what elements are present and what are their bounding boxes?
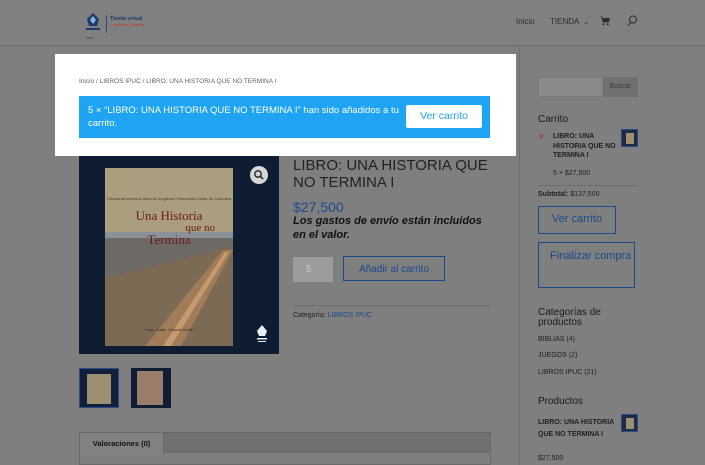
cart-subtotal: Subtotal: $137,500 bbox=[538, 191, 599, 198]
zoom-button[interactable] bbox=[250, 166, 268, 184]
logo-mark-icon bbox=[86, 13, 100, 30]
header-divider bbox=[0, 45, 705, 46]
product-widget-price: $27,500 bbox=[538, 455, 564, 462]
products-heading: Productos bbox=[538, 396, 584, 407]
cart-item-quantity: 5 × $27,500 bbox=[553, 170, 591, 177]
subtotal-value: $137,500 bbox=[570, 191, 600, 198]
subtotal-label: Subtotal: bbox=[538, 191, 569, 198]
cover-caption: Cincuenta primeros años de la Iglesia Pe… bbox=[106, 196, 232, 201]
shipping-note: Los gastos de envío están incluidos en e… bbox=[293, 215, 482, 241]
product-category: Categoría: LIBROS IPUC bbox=[293, 312, 372, 319]
nav-inicio[interactable]: Inicio bbox=[516, 17, 535, 26]
chevron-down-icon: ⌄ bbox=[583, 19, 590, 26]
magnifier-icon bbox=[254, 170, 264, 180]
publisher-logo-icon bbox=[257, 325, 267, 342]
cart-widget-heading: Carrito bbox=[538, 114, 569, 125]
checkout-button[interactable]: Finalizar compra bbox=[538, 242, 635, 288]
product-widget-thumbnail[interactable] bbox=[621, 414, 638, 432]
category-item-libros-ipuc[interactable]: LIBROS IPUC (21) bbox=[538, 369, 597, 376]
cover-title-line1: Una Historia bbox=[135, 208, 203, 223]
product-widget-item-name[interactable]: LIBRO: UNA HISTORIA QUE NO TERMINA I bbox=[538, 417, 618, 441]
logo-divider bbox=[106, 15, 107, 33]
cover-title: Una Historia que no Termina bbox=[105, 208, 233, 247]
category-label: Categoría: bbox=[293, 312, 326, 319]
nav-tienda[interactable]: TIENDA ⌄ bbox=[550, 17, 589, 26]
book-cover: Cincuenta primeros años de la Iglesia Pe… bbox=[105, 168, 233, 346]
sidebar-view-cart-button[interactable]: Ver carrito bbox=[538, 206, 616, 234]
cover-title-line3: Termina bbox=[147, 232, 191, 247]
quantity-input[interactable]: 5 bbox=[293, 257, 333, 282]
nav-tienda-label: TIENDA bbox=[550, 17, 579, 26]
gallery-thumbnail-1[interactable] bbox=[79, 368, 119, 408]
category-item-biblias[interactable]: BIBLIAS (4) bbox=[538, 336, 575, 343]
site-logo[interactable]: Tienda virtual Fundación Editorial IPUC bbox=[84, 12, 150, 40]
product-price: $27,500 bbox=[293, 199, 344, 215]
product-title: LIBRO: UNA HISTORIA QUE NO TERMINA I bbox=[293, 157, 488, 191]
category-item-juegos[interactable]: JUEGOS (2) bbox=[538, 352, 577, 359]
cart-item-thumbnail[interactable] bbox=[621, 129, 638, 147]
cart-added-text: 5 × “LIBRO: UNA HISTORIA QUE NO TERMINA … bbox=[88, 105, 399, 129]
tab-reviews[interactable]: Valoraciones (0) bbox=[79, 432, 164, 456]
search-input[interactable] bbox=[538, 77, 603, 97]
logo-brand: IPUC bbox=[86, 36, 94, 40]
remove-item-icon[interactable]: × bbox=[539, 132, 544, 141]
cover-authors: Hnos. Ovalle · Eduardo Ovalle bbox=[145, 328, 193, 332]
cart-item-name[interactable]: LIBRO: UNA HISTORIA QUE NO TERMINA I bbox=[553, 132, 623, 161]
logo-subtitle: Fundación Editorial bbox=[110, 22, 145, 27]
product-meta-divider bbox=[293, 305, 491, 306]
gallery-thumbnail-2[interactable] bbox=[131, 368, 171, 408]
categories-heading: Categorías de productos bbox=[538, 307, 601, 328]
tab-panel bbox=[79, 455, 491, 465]
add-to-cart-button[interactable]: Añadir al carrito bbox=[343, 256, 445, 281]
sidebar-divider bbox=[519, 46, 520, 465]
cart-icon[interactable] bbox=[600, 16, 610, 26]
search-icon[interactable] bbox=[627, 15, 638, 27]
category-link[interactable]: LIBROS IPUC bbox=[328, 312, 372, 319]
breadcrumb[interactable]: Inicio / LIBROS IPUC / LIBRO: UNA HISTOR… bbox=[79, 78, 276, 85]
view-cart-button[interactable]: Ver carrito bbox=[406, 105, 482, 128]
cart-separator bbox=[538, 185, 638, 186]
search-button[interactable]: Buscar bbox=[603, 77, 638, 97]
